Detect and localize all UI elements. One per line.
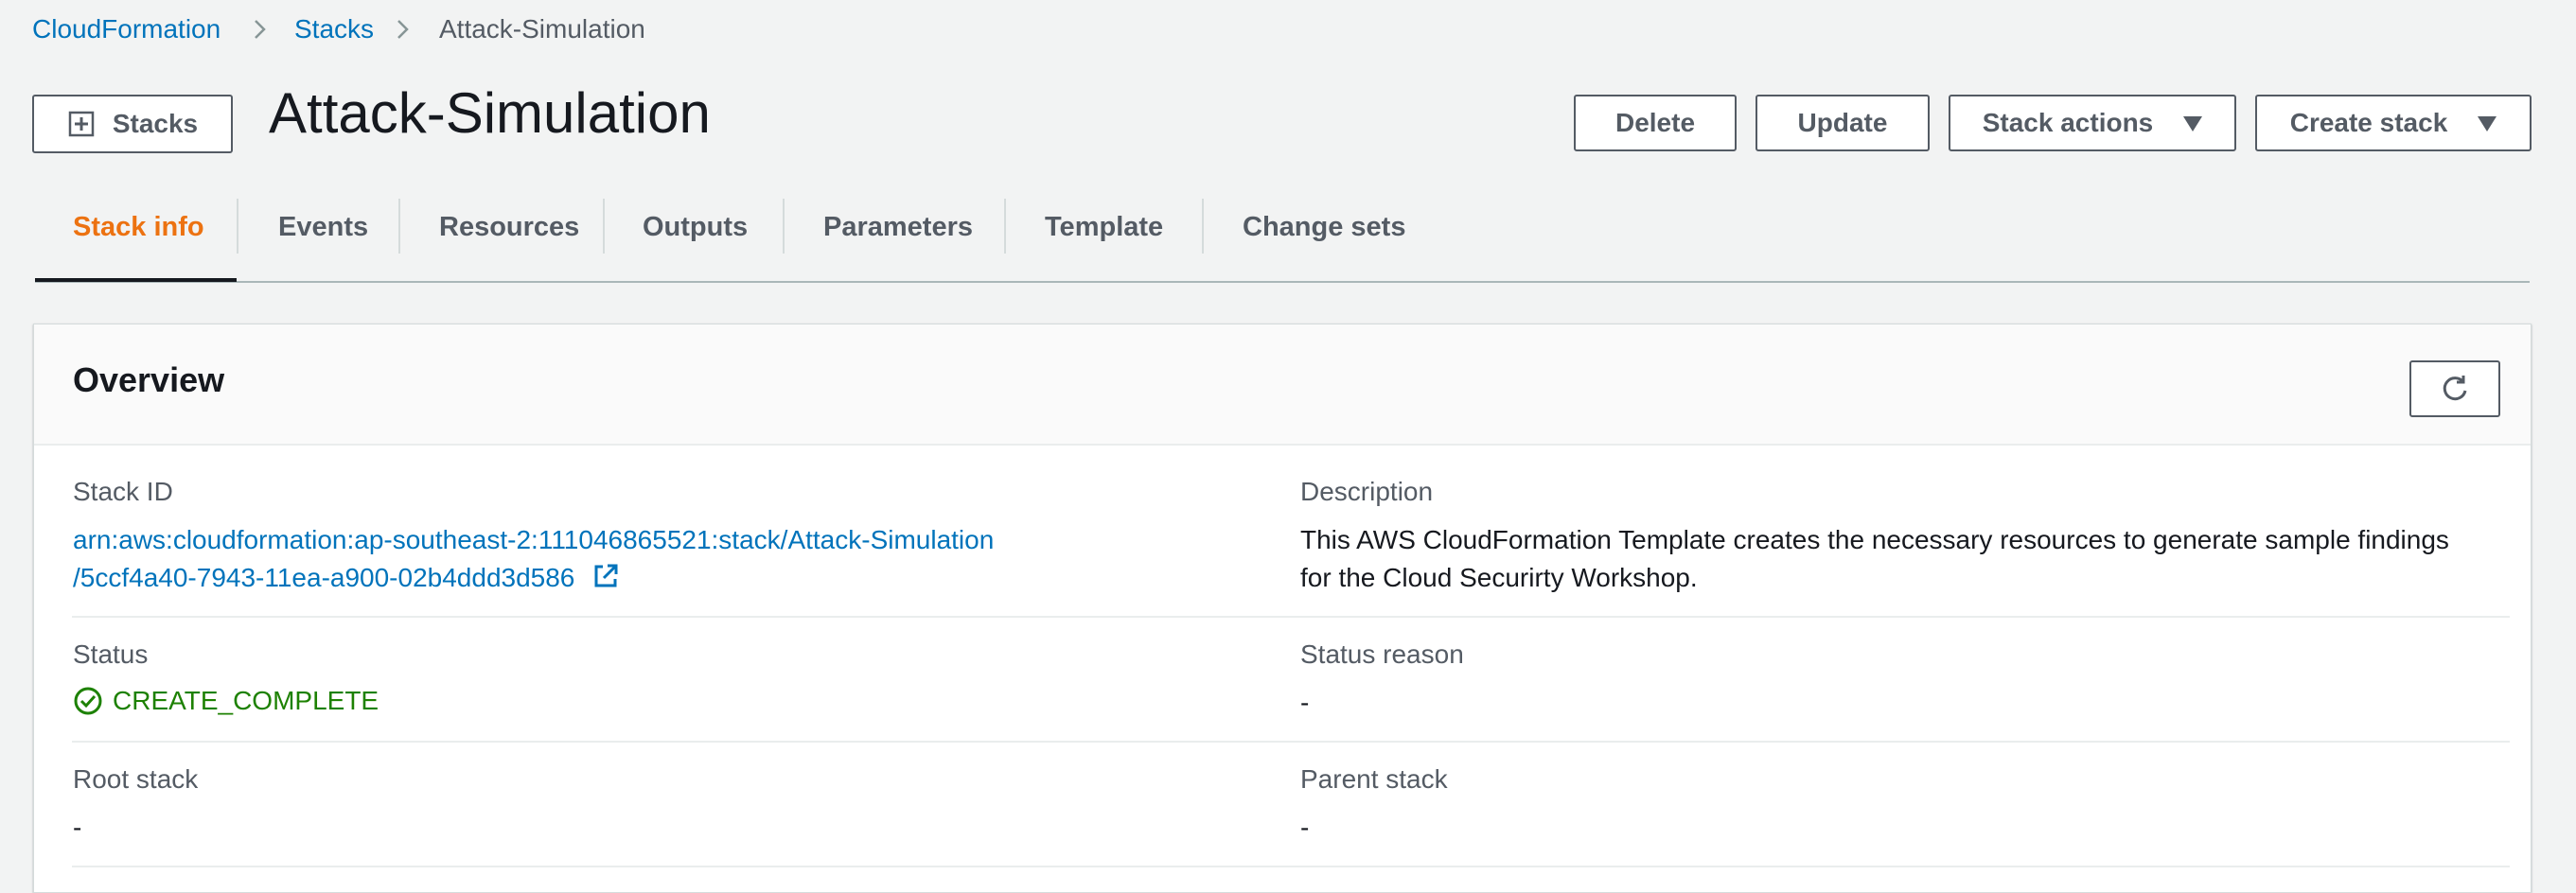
tab-outputs[interactable]: Outputs	[643, 208, 748, 246]
stack-id-line-2-text: /5ccf4a40-7943-11ea-a900-02b4ddd3d586	[73, 563, 575, 592]
update-button-label: Update	[1797, 108, 1888, 137]
description-value: This AWS CloudFormation Template creates…	[1300, 521, 2449, 597]
external-link-icon	[594, 564, 618, 587]
active-tab-indicator	[35, 278, 237, 282]
status-reason-value: -	[1300, 688, 1310, 717]
row-divider	[72, 866, 2510, 867]
status-label: Status	[73, 639, 149, 669]
update-button[interactable]: Update	[1756, 95, 1930, 151]
stack-actions-label: Stack actions	[1982, 108, 2154, 137]
stack-actions-dropdown[interactable]: Stack actions	[1949, 95, 2236, 151]
row-divider	[72, 616, 2510, 618]
overview-header: Overview	[34, 324, 2531, 446]
overview-title: Overview	[73, 360, 225, 399]
description-line-2: for the Cloud Securirty Workshop.	[1300, 563, 1698, 592]
create-stack-dropdown[interactable]: Create stack	[2255, 95, 2532, 151]
tab-divider	[783, 199, 785, 254]
create-stack-label: Create stack	[2289, 108, 2448, 137]
overview-panel: Overview Stack ID arn:aws:cloudformation…	[33, 324, 2532, 893]
tab-divider	[1202, 199, 1204, 254]
breadcrumb-stacks-link[interactable]: Stacks	[294, 13, 374, 45]
stack-id-label: Stack ID	[73, 477, 173, 506]
tab-change-sets[interactable]: Change sets	[1243, 208, 1405, 246]
breadcrumb-current: Attack-Simulation	[439, 14, 645, 44]
stack-id-line-2: /5ccf4a40-7943-11ea-a900-02b4ddd3d586	[73, 559, 994, 597]
expand-panel-icon	[68, 111, 95, 137]
root-stack-label: Root stack	[73, 764, 199, 794]
status-text: CREATE_COMPLETE	[113, 686, 379, 715]
tab-parameters[interactable]: Parameters	[823, 208, 973, 246]
tab-divider	[603, 199, 605, 254]
stacks-panel-button[interactable]: Stacks	[32, 95, 233, 153]
status-reason-label: Status reason	[1300, 639, 1464, 669]
caret-down-icon	[2478, 116, 2497, 131]
page-title: Attack-Simulation	[269, 81, 711, 145]
description-label: Description	[1300, 477, 1434, 506]
tab-events[interactable]: Events	[278, 208, 368, 246]
description-line-1: This AWS CloudFormation Template creates…	[1300, 525, 2449, 554]
chevron-right-icon	[255, 20, 266, 39]
tab-divider	[237, 199, 238, 254]
status-value: CREATE_COMPLETE	[73, 682, 379, 720]
refresh-icon	[2443, 376, 2467, 401]
stack-id-line-1: arn:aws:cloudformation:ap-southeast-2:11…	[73, 525, 995, 554]
tab-stack-info[interactable]: Stack info	[73, 208, 204, 246]
success-check-icon	[74, 687, 102, 715]
row-divider	[72, 741, 2510, 743]
tab-divider	[398, 199, 400, 254]
refresh-button[interactable]	[2409, 360, 2500, 417]
stack-id-link[interactable]: arn:aws:cloudformation:ap-southeast-2:11…	[73, 521, 994, 597]
caret-down-icon	[2183, 116, 2203, 131]
stacks-button-label: Stacks	[112, 109, 199, 138]
tab-resources[interactable]: Resources	[439, 208, 579, 246]
parent-stack-value: -	[1300, 813, 1310, 842]
delete-button-label: Delete	[1614, 108, 1696, 137]
parent-stack-label: Parent stack	[1300, 764, 1448, 794]
delete-button[interactable]: Delete	[1574, 95, 1737, 151]
breadcrumb-cloudformation-link[interactable]: CloudFormation	[32, 13, 221, 45]
tab-divider	[1004, 199, 1006, 254]
tabs-rule	[35, 281, 2530, 283]
root-stack-value: -	[73, 813, 82, 842]
chevron-right-icon	[397, 20, 409, 39]
tab-template[interactable]: Template	[1045, 208, 1163, 246]
